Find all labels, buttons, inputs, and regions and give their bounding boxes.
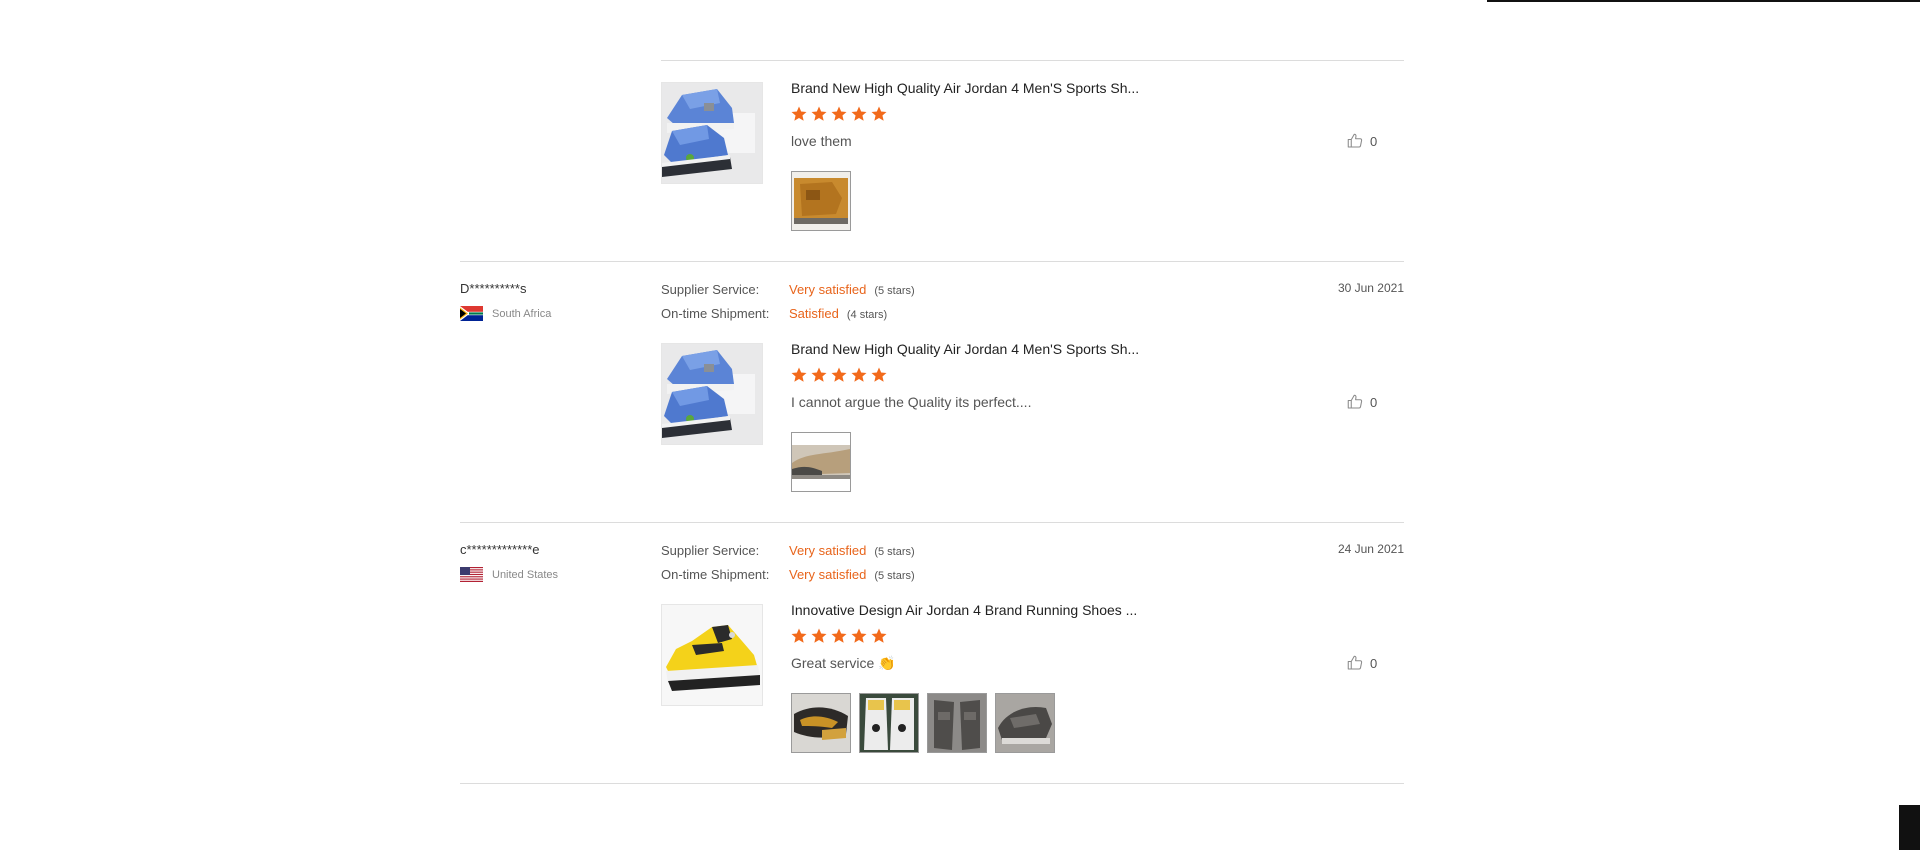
review-item: c*************e United States Supplier S… [460, 522, 1404, 783]
star-icon [811, 628, 827, 643]
star-icon [831, 628, 847, 643]
product-rating-stars [790, 366, 888, 384]
shipment-value: Satisfied [789, 306, 839, 321]
review-comment: I cannot argue the Quality its perfect..… [791, 394, 1032, 410]
product-thumbnail[interactable] [661, 604, 763, 706]
blue-sneakers-image [662, 83, 762, 183]
star-icon [831, 106, 847, 121]
thumbs-up-icon [1347, 394, 1363, 409]
shipment-value: Very satisfied [789, 567, 867, 582]
like-count: 0 [1370, 655, 1378, 671]
united-states-flag-icon [460, 567, 483, 582]
star-icon [791, 367, 807, 382]
thumbs-up-icon [1347, 655, 1363, 670]
supplier-service-stars: (5 stars) [874, 546, 915, 558]
blue-sneakers-image [662, 344, 762, 444]
review-item: D**********s South Africa Supplier Servi… [460, 261, 1404, 522]
star-icon [851, 106, 867, 121]
star-icon [791, 106, 807, 121]
supplier-service-stars: (5 stars) [874, 285, 915, 297]
review-date: 30 Jun 2021 [1337, 281, 1404, 295]
star-icon [871, 367, 887, 382]
review-photo[interactable] [859, 693, 919, 753]
star-icon [811, 106, 827, 121]
review-comment: Great service 👏 [791, 655, 896, 671]
photo-shoe-image [860, 694, 918, 752]
like-button[interactable]: 0 [1346, 132, 1377, 150]
photo-shoe-image [792, 433, 850, 491]
corner-widget [1899, 805, 1920, 850]
supplier-service-rating: Supplier Service: Very satisfied (5 star… [661, 543, 915, 560]
supplier-service-rating: Supplier Service: Very satisfied (5 star… [661, 282, 915, 299]
supplier-service-label: Supplier Service: [661, 543, 760, 558]
product-title[interactable]: Brand New High Quality Air Jordan 4 Men'… [791, 79, 1139, 97]
product-title[interactable]: Innovative Design Air Jordan 4 Brand Run… [791, 601, 1137, 619]
review-photo-list [791, 171, 851, 231]
buyer-country: South Africa [460, 306, 551, 321]
star-icon [871, 628, 887, 643]
photo-box-image [792, 172, 850, 230]
review-photo[interactable] [791, 171, 851, 231]
yellow-sneaker-image [662, 605, 762, 705]
product-rating-stars [790, 627, 888, 645]
star-icon [811, 367, 827, 382]
review-list: Brand New High Quality Air Jordan 4 Men'… [460, 0, 1404, 850]
shipment-label: On-time Shipment: [661, 306, 770, 321]
review-photo[interactable] [791, 693, 851, 753]
review-photo-list [791, 432, 851, 492]
product-thumbnail[interactable] [661, 343, 763, 445]
buyer-country-name: United States [492, 568, 559, 581]
review-comment: love them [791, 133, 852, 149]
like-button[interactable]: 0 [1346, 393, 1377, 411]
shipment-label: On-time Shipment: [661, 567, 770, 582]
like-count: 0 [1370, 133, 1378, 149]
buyer-country: United States [460, 567, 558, 582]
shipment-stars: (5 stars) [874, 570, 915, 582]
review-photo-list [791, 693, 1055, 753]
star-icon [831, 367, 847, 382]
review-photo[interactable] [995, 693, 1055, 753]
product-title[interactable]: Brand New High Quality Air Jordan 4 Men'… [791, 340, 1139, 358]
like-count: 0 [1370, 394, 1378, 410]
star-icon [851, 628, 867, 643]
south-africa-flag-icon [460, 306, 483, 321]
supplier-service-label: Supplier Service: [661, 282, 760, 297]
star-icon [851, 367, 867, 382]
review-divider [460, 783, 1404, 784]
like-button[interactable]: 0 [1346, 654, 1377, 672]
shipment-rating: On-time Shipment: Very satisfied (5 star… [661, 567, 915, 584]
buyer-name: D**********s [460, 281, 527, 296]
star-icon [871, 106, 887, 121]
top-edge-bar [1487, 0, 1920, 2]
product-thumbnail[interactable] [661, 82, 763, 184]
photo-shoe-image [928, 694, 986, 752]
review-date: 24 Jun 2021 [1337, 542, 1404, 556]
product-rating-stars [790, 105, 888, 123]
supplier-service-value: Very satisfied [789, 543, 867, 558]
review-item: Brand New High Quality Air Jordan 4 Men'… [460, 0, 1404, 261]
review-photo[interactable] [791, 432, 851, 492]
shipment-stars: (4 stars) [846, 309, 888, 321]
supplier-service-value: Very satisfied [789, 282, 867, 297]
thumbs-up-icon [1347, 133, 1363, 148]
buyer-name: c*************e [460, 542, 540, 557]
review-photo[interactable] [927, 693, 987, 753]
shipment-rating: On-time Shipment: Satisfied (4 stars) [661, 306, 887, 323]
photo-shoe-image [792, 694, 850, 752]
photo-shoe-image [996, 694, 1054, 752]
buyer-country-name: South Africa [492, 307, 552, 320]
star-icon [791, 628, 807, 643]
